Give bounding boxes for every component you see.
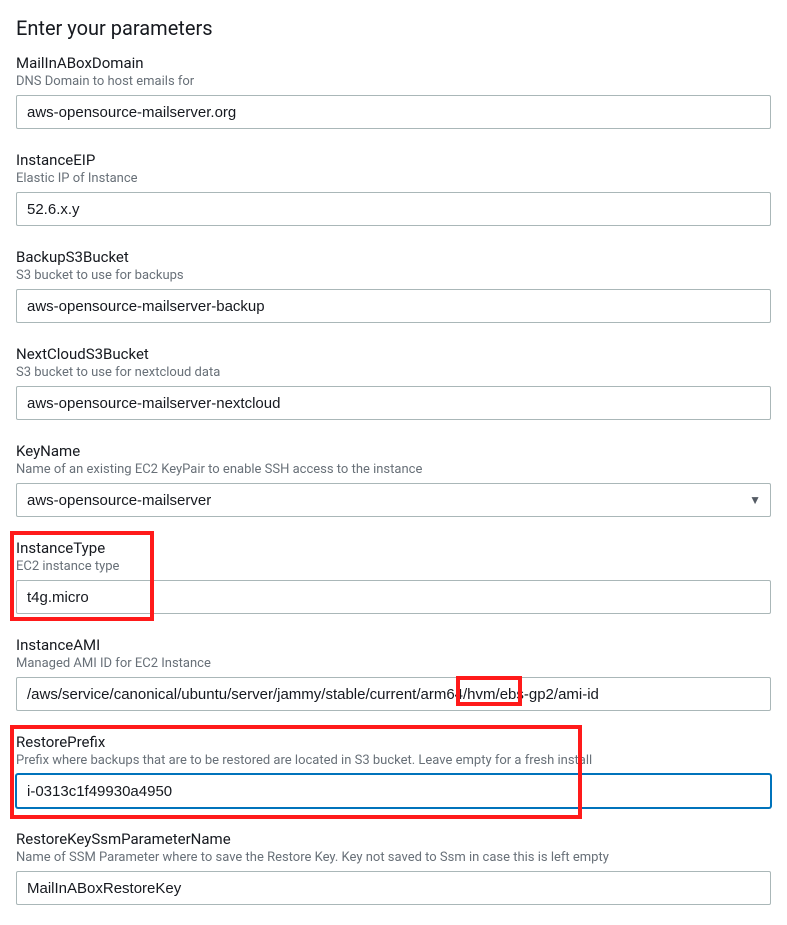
field-mailinabox-domain: MailInABoxDomain DNS Domain to host emai… — [16, 54, 771, 129]
field-restore-prefix: RestorePrefix Prefix where backups that … — [16, 733, 771, 808]
help-restore-key-ssm: Name of SSM Parameter where to save the … — [16, 850, 771, 865]
help-nextcloud-s3-bucket: S3 bucket to use for nextcloud data — [16, 365, 771, 380]
input-backup-s3-bucket[interactable] — [16, 289, 771, 323]
help-backup-s3-bucket: S3 bucket to use for backups — [16, 268, 771, 283]
input-restore-prefix[interactable] — [16, 774, 771, 808]
label-instance-eip: InstanceEIP — [16, 151, 771, 169]
help-instance-type: EC2 instance type — [16, 559, 771, 574]
input-instance-eip[interactable] — [16, 192, 771, 226]
input-restore-key-ssm[interactable] — [16, 871, 771, 905]
page-title: Enter your parameters — [16, 16, 771, 40]
input-mailinabox-domain[interactable] — [16, 95, 771, 129]
help-restore-prefix: Prefix where backups that are to be rest… — [16, 753, 771, 768]
label-backup-s3-bucket: BackupS3Bucket — [16, 248, 771, 266]
help-mailinabox-domain: DNS Domain to host emails for — [16, 74, 771, 89]
label-mailinabox-domain: MailInABoxDomain — [16, 54, 771, 72]
field-key-name: KeyName Name of an existing EC2 KeyPair … — [16, 442, 771, 517]
label-key-name: KeyName — [16, 442, 771, 460]
label-instance-type: InstanceType — [16, 539, 771, 557]
label-restore-prefix: RestorePrefix — [16, 733, 771, 751]
field-nextcloud-s3-bucket: NextCloudS3Bucket S3 bucket to use for n… — [16, 345, 771, 420]
select-key-name[interactable] — [16, 483, 771, 517]
field-restore-key-ssm: RestoreKeySsmParameterName Name of SSM P… — [16, 830, 771, 905]
field-instance-ami: InstanceAMI Managed AMI ID for EC2 Insta… — [16, 636, 771, 711]
help-instance-eip: Elastic IP of Instance — [16, 171, 771, 186]
input-instance-ami[interactable] — [16, 677, 771, 711]
label-instance-ami: InstanceAMI — [16, 636, 771, 654]
input-instance-type[interactable] — [16, 580, 771, 614]
label-nextcloud-s3-bucket: NextCloudS3Bucket — [16, 345, 771, 363]
label-restore-key-ssm: RestoreKeySsmParameterName — [16, 830, 771, 848]
help-instance-ami: Managed AMI ID for EC2 Instance — [16, 656, 771, 671]
field-backup-s3-bucket: BackupS3Bucket S3 bucket to use for back… — [16, 248, 771, 323]
field-instance-type: InstanceType EC2 instance type — [16, 539, 771, 614]
help-key-name: Name of an existing EC2 KeyPair to enabl… — [16, 462, 771, 477]
field-instance-eip: InstanceEIP Elastic IP of Instance — [16, 151, 771, 226]
input-nextcloud-s3-bucket[interactable] — [16, 386, 771, 420]
